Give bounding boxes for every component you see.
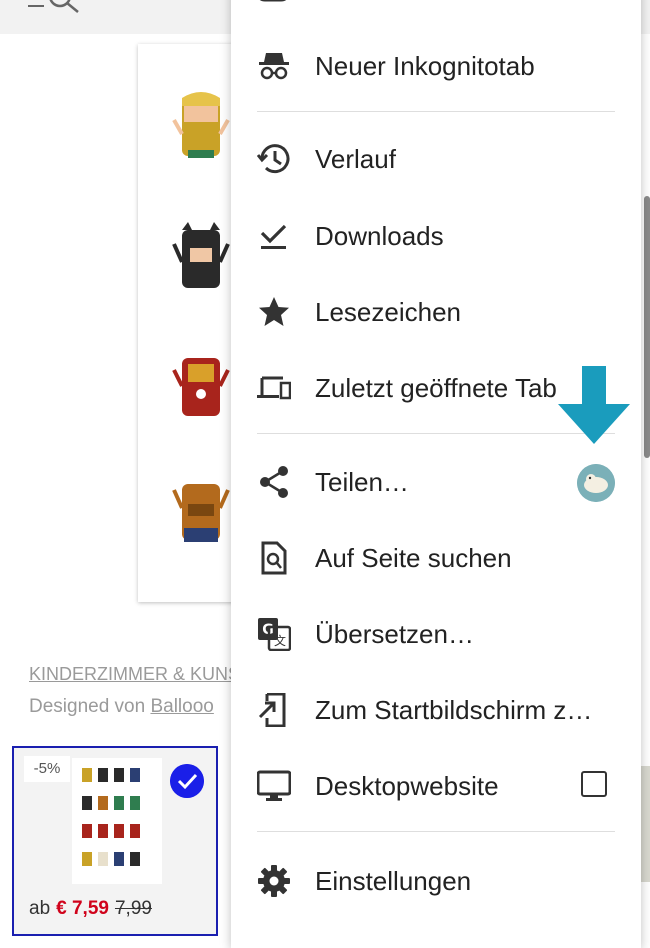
star-icon xyxy=(259,297,289,326)
incognito-icon xyxy=(259,53,289,80)
menu-item-label: Einstellungen xyxy=(315,866,472,896)
menu-divider xyxy=(257,111,615,112)
discount-badge: -5% xyxy=(24,756,70,782)
menu-item-label: Lesezeichen xyxy=(315,297,461,327)
menu-item-label: Zum Startbildschirm z… xyxy=(315,695,593,725)
menu-item-label: Zuletzt geöffnete Tab xyxy=(315,373,557,403)
category-link[interactable]: KINDERZIMMER & KUNST xyxy=(29,664,251,685)
menu-item-incognito[interactable]: Neuer Inkognitotab xyxy=(231,36,641,96)
desktop-site-checkbox[interactable] xyxy=(581,771,607,797)
price-prefix: ab xyxy=(29,898,51,919)
menu-item-find-in-page[interactable]: Auf Seite suchen xyxy=(231,528,641,588)
menu-item-label: Auf Seite suchen xyxy=(315,543,512,573)
hero-figure-yellow xyxy=(172,92,230,158)
price-old: 7,99 xyxy=(114,898,152,919)
menu-item-share[interactable]: Teilen… xyxy=(231,452,641,512)
menu-item-translate[interactable]: G 文 Übersetzen… xyxy=(231,604,641,664)
menu-item-label: Downloads xyxy=(315,221,444,251)
new-tab-icon[interactable] xyxy=(255,0,291,4)
selected-check-icon xyxy=(170,764,204,798)
gear-icon xyxy=(258,865,290,897)
menu-item-history[interactable]: Verlauf xyxy=(231,129,641,189)
menu-item-desktop-site[interactable]: Desktopwebsite xyxy=(231,756,641,816)
price-row: ab € 7,59 7,99 xyxy=(29,898,152,920)
scrollbar[interactable] xyxy=(644,196,650,458)
desktop-icon xyxy=(257,770,291,801)
designer-line: Designed von Ballooo xyxy=(29,696,214,718)
download-check-icon xyxy=(260,224,287,249)
translate-icon: G 文 xyxy=(258,618,291,651)
search-menu-icon[interactable] xyxy=(22,0,82,18)
share-icon xyxy=(260,466,288,498)
menu-item-label: Verlauf xyxy=(315,144,396,174)
designer-prefix: Designed von xyxy=(29,696,151,717)
devices-icon xyxy=(257,376,291,400)
menu-item-label: Desktopwebsite xyxy=(315,771,499,801)
menu-item-settings[interactable]: Einstellungen xyxy=(231,851,641,911)
hero-figure-brown xyxy=(172,484,230,542)
add-to-home-icon xyxy=(258,693,286,727)
menu-divider xyxy=(257,831,615,832)
annotation-arrow-icon xyxy=(558,366,630,444)
menu-item-bookmarks[interactable]: Lesezeichen xyxy=(231,282,641,342)
hero-figure-red xyxy=(172,358,230,416)
find-in-page-icon xyxy=(261,541,287,575)
menu-item-label: Teilen… xyxy=(315,467,409,497)
svg-text:文: 文 xyxy=(274,633,286,648)
browser-overflow-menu: Neuer Inkognitotab Verlauf Downloads Les… xyxy=(231,0,641,948)
designer-link[interactable]: Ballooo xyxy=(150,696,213,717)
product-card[interactable]: -5% ab € 7,59 7,99 xyxy=(12,746,218,936)
price-new: € 7,59 xyxy=(56,898,109,919)
hero-figure-black xyxy=(172,222,230,288)
adjacent-card-edge xyxy=(640,766,650,882)
product-thumbnail xyxy=(72,758,162,884)
menu-item-label: Neuer Inkognitotab xyxy=(315,51,535,81)
menu-item-label: Übersetzen… xyxy=(315,619,474,649)
share-app-shortcut-icon[interactable] xyxy=(577,464,615,502)
menu-item-add-to-home[interactable]: Zum Startbildschirm z… xyxy=(231,680,641,740)
product-thumbnail-heroes xyxy=(82,768,140,866)
menu-item-downloads[interactable]: Downloads xyxy=(231,206,641,266)
product-image[interactable] xyxy=(138,44,238,602)
history-icon xyxy=(257,144,290,174)
